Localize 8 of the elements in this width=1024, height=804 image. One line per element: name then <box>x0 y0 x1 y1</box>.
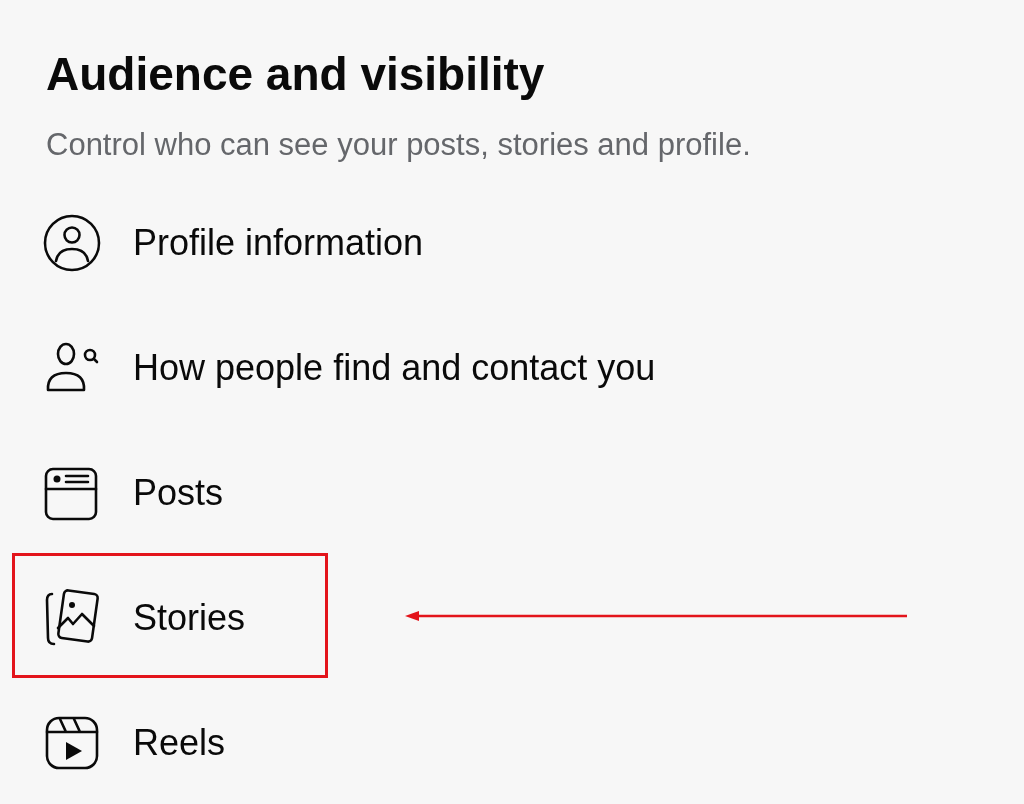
settings-item[interactable]: Posts <box>42 452 240 533</box>
page-subtitle: Control who can see your posts, stories and profile. <box>46 127 752 163</box>
settings-item[interactable]: How people find and contact you <box>42 327 672 408</box>
settings-item[interactable]: Reels <box>42 702 242 783</box>
profile-icon <box>42 212 102 273</box>
settings-item[interactable]: Profile information <box>42 202 440 283</box>
settings-item[interactable]: Stories <box>42 577 262 658</box>
page-title: Audience and visibility <box>46 47 546 102</box>
